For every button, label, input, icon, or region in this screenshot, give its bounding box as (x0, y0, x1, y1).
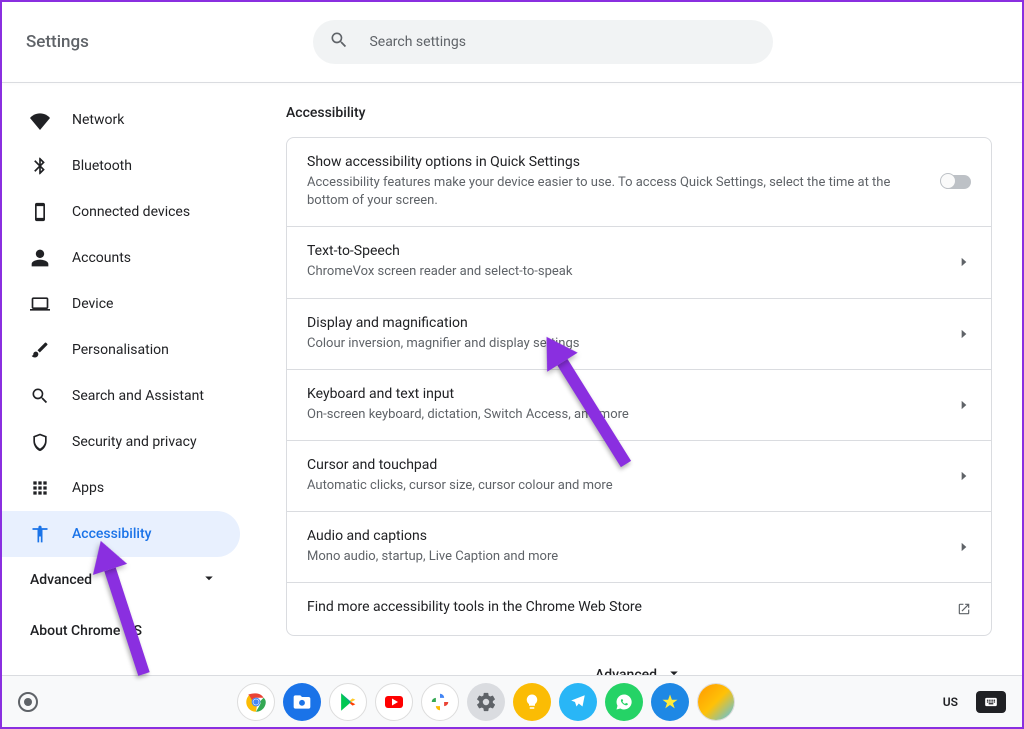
sidebar-item-label: Personalisation (72, 342, 169, 358)
wifi-icon (30, 110, 50, 130)
main-content: Accessibility Show accessibility options… (254, 83, 1022, 727)
shelf-app-play-store[interactable] (329, 683, 367, 721)
chevron-right-icon (931, 255, 971, 269)
row-display-magnification[interactable]: Display and magnification Colour inversi… (287, 299, 991, 370)
shelf-apps (237, 683, 735, 721)
apps-icon (30, 478, 50, 498)
shelf-app-chrome[interactable] (237, 683, 275, 721)
open-external-icon (931, 602, 971, 616)
shelf-app-wallpaper[interactable] (697, 683, 735, 721)
ime-indicator[interactable]: US (935, 691, 966, 713)
shelf-app-telegram[interactable] (559, 683, 597, 721)
virtual-keyboard-button[interactable] (976, 691, 1006, 713)
launcher-button[interactable] (18, 692, 38, 712)
sidebar-item-connected-devices[interactable]: Connected devices (2, 189, 240, 235)
sidebar-item-accounts[interactable]: Accounts (2, 235, 240, 281)
sidebar-item-security[interactable]: Security and privacy (2, 419, 240, 465)
row-desc: Accessibility features make your device … (307, 174, 931, 210)
sidebar-item-personalisation[interactable]: Personalisation (2, 327, 240, 373)
sidebar-item-label: Bluetooth (72, 158, 132, 174)
search-icon (30, 386, 50, 406)
brush-icon (30, 340, 50, 360)
sidebar-item-label: Advanced (30, 572, 92, 588)
sidebar-item-label: Search and Assistant (72, 388, 204, 404)
sidebar-item-search-assistant[interactable]: Search and Assistant (2, 373, 240, 419)
shelf: US (2, 675, 1022, 727)
chevron-right-icon (931, 398, 971, 412)
chevron-right-icon (931, 540, 971, 554)
shelf-app-settings[interactable] (467, 683, 505, 721)
sidebar-item-label: Accounts (72, 250, 131, 266)
page-title: Accessibility (286, 105, 992, 121)
shelf-app-youtube[interactable] (375, 683, 413, 721)
sidebar-item-label: Security and privacy (72, 434, 197, 450)
row-title: Find more accessibility tools in the Chr… (307, 599, 931, 615)
chevron-right-icon (931, 327, 971, 341)
sidebar-item-bluetooth[interactable]: Bluetooth (2, 143, 240, 189)
shelf-app-files[interactable] (283, 683, 321, 721)
row-desc: ChromeVox screen reader and select-to-sp… (307, 263, 931, 281)
app-title: Settings (26, 32, 89, 52)
phone-icon (30, 202, 50, 222)
accessibility-icon (30, 524, 50, 544)
chevron-right-icon (931, 469, 971, 483)
row-keyboard-text-input[interactable]: Keyboard and text input On-screen keyboa… (287, 370, 991, 441)
search-box[interactable] (313, 20, 773, 64)
sidebar-item-label: Connected devices (72, 204, 190, 220)
shelf-app-keep[interactable] (513, 683, 551, 721)
search-input[interactable] (367, 33, 757, 51)
person-icon (30, 248, 50, 268)
sidebar-item-label: Network (72, 112, 124, 128)
chevron-down-icon (200, 569, 218, 591)
row-text-to-speech[interactable]: Text-to-Speech ChromeVox screen reader a… (287, 227, 991, 298)
row-desc: Mono audio, startup, Live Caption and mo… (307, 548, 931, 566)
sidebar-item-device[interactable]: Device (2, 281, 240, 327)
row-web-store-link[interactable]: Find more accessibility tools in the Chr… (287, 583, 991, 635)
sidebar-item-network[interactable]: Network (2, 97, 240, 143)
laptop-icon (30, 294, 50, 314)
row-quick-settings-toggle[interactable]: Show accessibility options in Quick Sett… (287, 138, 991, 227)
sidebar-item-label: Apps (72, 480, 104, 496)
row-desc: Colour inversion, magnifier and display … (307, 335, 931, 353)
shelf-app-canvas[interactable] (651, 683, 689, 721)
row-title: Keyboard and text input (307, 386, 931, 402)
sidebar-item-apps[interactable]: Apps (2, 465, 240, 511)
row-title: Audio and captions (307, 528, 931, 544)
row-title: Show accessibility options in Quick Sett… (307, 154, 931, 170)
sidebar-item-label: Device (72, 296, 113, 312)
shelf-app-photos[interactable] (421, 683, 459, 721)
row-desc: Automatic clicks, cursor size, cursor co… (307, 477, 931, 495)
row-title: Display and magnification (307, 315, 931, 331)
row-title: Text-to-Speech (307, 243, 931, 259)
top-bar: Settings (2, 2, 1022, 82)
toggle-off-icon[interactable] (941, 175, 971, 189)
bluetooth-icon (30, 156, 50, 176)
settings-card: Show accessibility options in Quick Sett… (286, 137, 992, 636)
search-icon (329, 30, 349, 54)
shield-icon (30, 432, 50, 452)
shelf-app-whatsapp[interactable] (605, 683, 643, 721)
row-audio-captions[interactable]: Audio and captions Mono audio, startup, … (287, 512, 991, 583)
